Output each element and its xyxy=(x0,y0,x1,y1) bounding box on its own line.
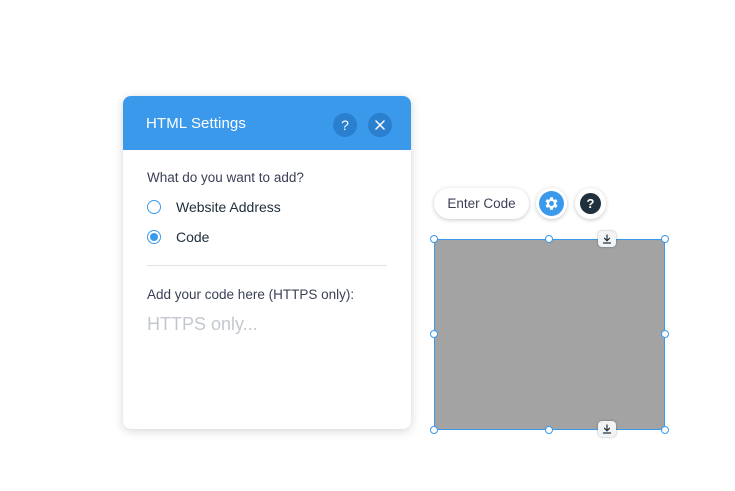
option-code[interactable]: Code xyxy=(147,229,209,245)
option-website-address[interactable]: Website Address xyxy=(147,199,281,215)
close-icon xyxy=(375,120,385,130)
divider xyxy=(147,265,387,266)
resize-handle-top-right[interactable] xyxy=(661,235,669,243)
enter-code-button[interactable]: Enter Code xyxy=(434,188,529,219)
stretch-handle-bottom[interactable] xyxy=(598,421,616,437)
option-label: Code xyxy=(176,229,210,245)
code-field-label: Add your code here (HTTPS only): xyxy=(147,287,355,302)
resize-handle-right[interactable] xyxy=(661,330,669,338)
close-button[interactable] xyxy=(368,113,392,137)
option-label: Website Address xyxy=(176,199,281,215)
resize-handle-left[interactable] xyxy=(430,330,438,338)
help-button[interactable]: ? xyxy=(333,113,357,137)
question-mark-icon: ? xyxy=(341,117,349,133)
resize-handle-bottom-left[interactable] xyxy=(430,426,438,434)
code-input[interactable] xyxy=(145,312,393,416)
panel-title: HTML Settings xyxy=(146,115,246,132)
gear-icon-background xyxy=(539,191,564,216)
add-type-question: What do you want to add? xyxy=(147,170,304,185)
radio-code[interactable] xyxy=(147,230,161,244)
resize-handle-top[interactable] xyxy=(545,235,553,243)
html-element-box[interactable] xyxy=(434,239,665,430)
element-help-button[interactable]: ? xyxy=(575,188,606,219)
stretch-handle-top[interactable] xyxy=(598,231,616,247)
radio-website-address[interactable] xyxy=(147,200,161,214)
resize-handle-bottom-right[interactable] xyxy=(661,426,669,434)
resize-handle-bottom[interactable] xyxy=(545,426,553,434)
download-arrow-icon xyxy=(602,234,612,244)
resize-handle-top-left[interactable] xyxy=(430,235,438,243)
question-mark-icon: ? xyxy=(580,193,601,214)
html-settings-panel: HTML Settings ? What do you want to add?… xyxy=(123,96,411,429)
panel-header[interactable]: HTML Settings ? xyxy=(123,96,411,150)
settings-button[interactable] xyxy=(536,188,567,219)
gear-icon xyxy=(545,197,558,210)
download-arrow-icon xyxy=(602,424,612,434)
editor-canvas: HTML Settings ? What do you want to add?… xyxy=(0,0,735,491)
